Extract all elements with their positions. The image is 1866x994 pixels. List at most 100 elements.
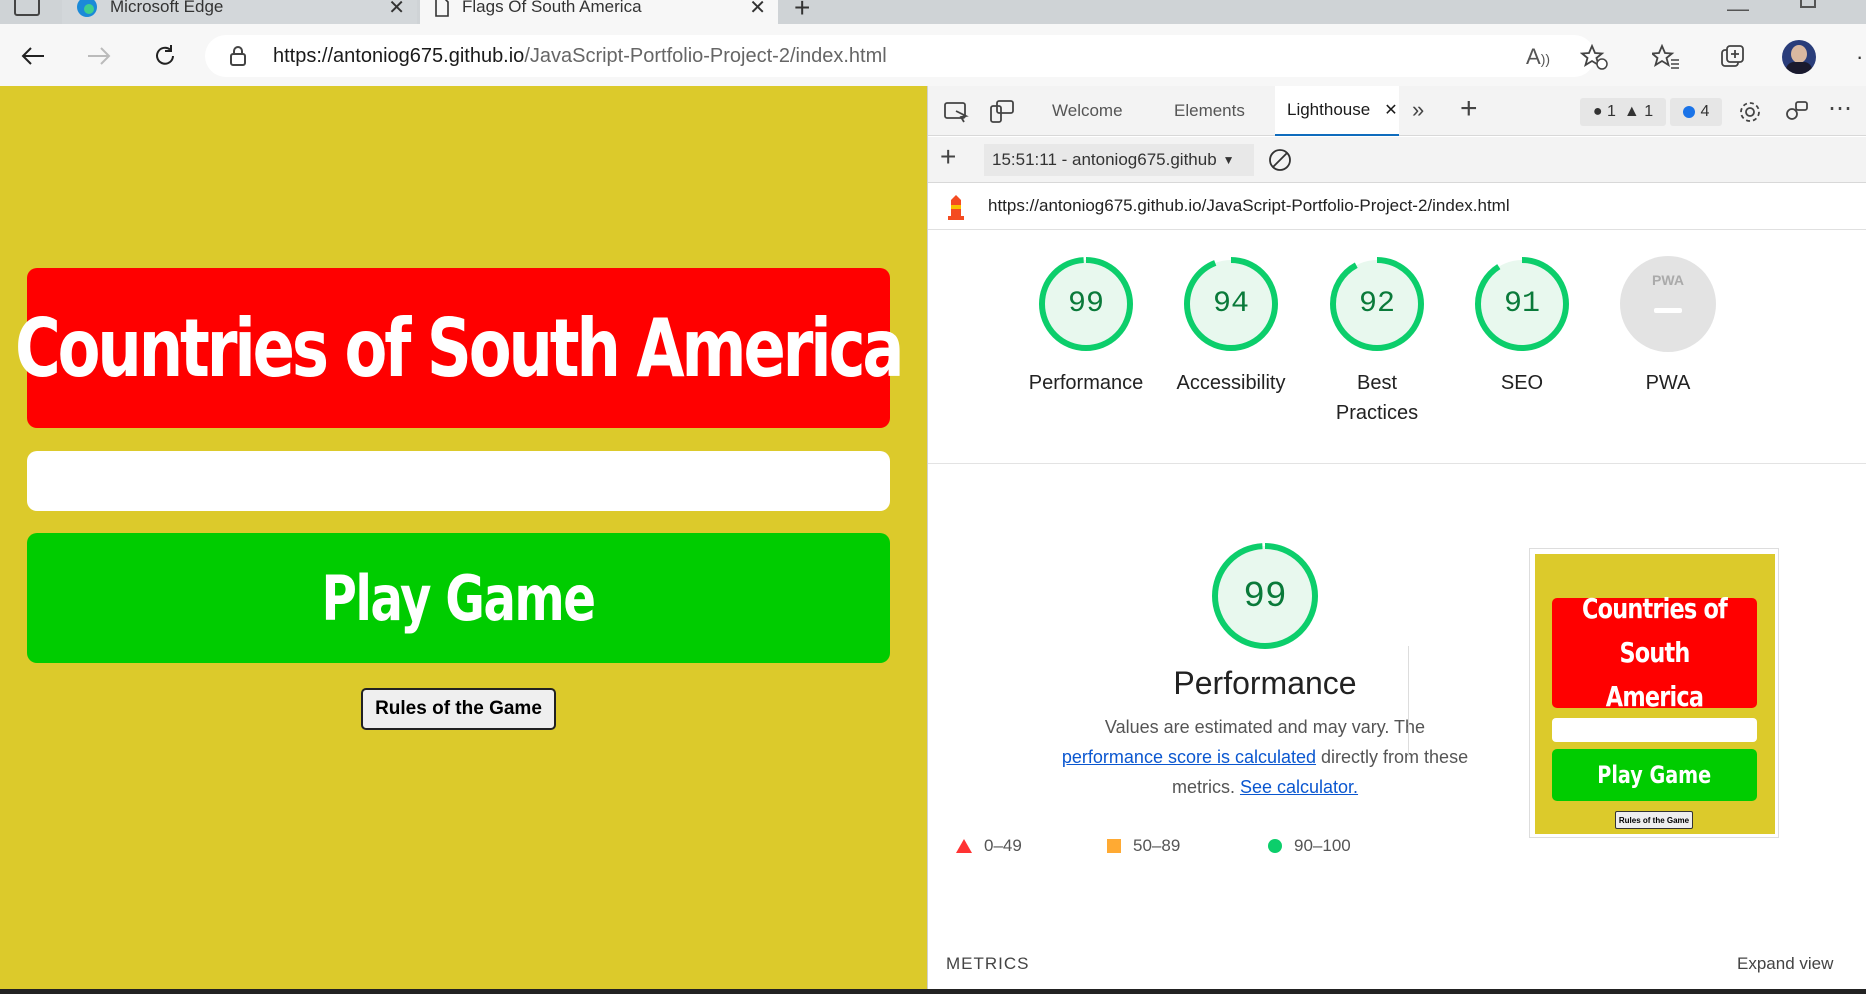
- pwa-badge-icon: [1620, 256, 1716, 352]
- legend-label: 0–49: [984, 836, 1022, 855]
- tab-flags-of-south-america[interactable]: Flags Of South America ✕: [420, 0, 778, 24]
- play-game-button[interactable]: Play Game: [27, 533, 890, 663]
- clear-reports-icon[interactable]: [1268, 148, 1292, 172]
- performance-score: 99: [1243, 575, 1287, 617]
- score-seo[interactable]: 91 SEO: [1452, 256, 1592, 398]
- thumbnail-title: Countries of South America: [1552, 592, 1757, 713]
- browser-tab-strip: Microsoft Edge ✕ Flags Of South America …: [0, 0, 1866, 24]
- favorites-icon[interactable]: [1652, 44, 1680, 70]
- report-selector[interactable]: 15:51:11 - antoniog675.github ▼: [984, 144, 1254, 176]
- score-label: Accessibility: [1176, 372, 1286, 394]
- thumbnail-rules: Rules of the Game: [1615, 811, 1693, 829]
- page-screenshot-thumbnail[interactable]: Countries of South America Play Game Rul…: [1529, 548, 1779, 838]
- title-banner: Countries of South America: [15, 268, 905, 428]
- more-options-icon[interactable]: ⋯: [1828, 94, 1852, 123]
- device-emulation-icon[interactable]: [988, 98, 1016, 126]
- maximize-icon[interactable]: [1800, 0, 1816, 8]
- metrics-heading: METRICS: [946, 954, 1030, 973]
- error-count-value: 1: [1607, 103, 1616, 120]
- close-tab-icon[interactable]: ✕: [388, 0, 405, 20]
- issues-badge[interactable]: 4: [1670, 98, 1722, 126]
- score-label: Best Practices: [1335, 372, 1419, 424]
- page-icon: [435, 0, 449, 17]
- new-report-icon[interactable]: +: [940, 141, 956, 173]
- score-gauge: 92: [1329, 256, 1425, 352]
- devtools-toolbar: Welcome Elements Lighthouse ✕ » + ● 1 ▲ …: [928, 86, 1866, 136]
- console-badges[interactable]: ● 1 ▲ 1: [1580, 98, 1666, 126]
- legend-pass: 90–100: [1268, 836, 1351, 856]
- thumbnail-play: Play Game: [1552, 749, 1757, 801]
- feedback-icon[interactable]: [1782, 98, 1810, 126]
- minimize-icon[interactable]: —: [1727, 0, 1749, 22]
- report-selector-value: 15:51:11 - antoniog675.github: [992, 150, 1217, 169]
- dropdown-arrow-icon: ▼: [1222, 153, 1235, 167]
- score-label: Performance: [1028, 372, 1144, 394]
- orange-square-icon: [1107, 839, 1121, 853]
- performance-heading: Performance: [1173, 665, 1357, 701]
- red-triangle-icon: [956, 839, 972, 853]
- score-value: 94: [1212, 287, 1249, 321]
- rules-button[interactable]: Rules of the Game: [361, 688, 556, 730]
- thumbnail-white-bar: [1552, 718, 1757, 742]
- url-path: /JavaScript-Portfolio-Project-2/index.ht…: [524, 44, 887, 67]
- address-bar[interactable]: https://antoniog675.github.io/JavaScript…: [205, 35, 1595, 77]
- profile-avatar[interactable]: [1782, 40, 1816, 74]
- warning-count-value: 1: [1644, 103, 1654, 120]
- new-tab-icon[interactable]: +: [794, 0, 810, 24]
- thumbnail-play-text: Play Game: [1597, 761, 1712, 789]
- more-tabs-icon[interactable]: »: [1412, 97, 1424, 123]
- score-gauge: 91: [1474, 256, 1570, 352]
- lighthouse-toolbar: + 15:51:11 - antoniog675.github ▼: [928, 137, 1866, 183]
- score-label: SEO: [1500, 372, 1544, 394]
- add-favorite-icon[interactable]: [1580, 44, 1608, 70]
- tab-microsoft-edge[interactable]: Microsoft Edge ✕: [62, 0, 417, 24]
- tab-lighthouse-label: Lighthouse: [1287, 100, 1371, 119]
- issues-icon: [1682, 106, 1695, 118]
- desc-text: Values are estimated and may vary. The: [1104, 717, 1426, 737]
- score-value: 99: [1067, 287, 1104, 321]
- tab-elements[interactable]: Elements: [1162, 86, 1257, 136]
- settings-more-icon[interactable]: ·: [1856, 44, 1863, 70]
- add-tab-icon[interactable]: +: [1460, 92, 1478, 126]
- tab-label: Microsoft Edge: [110, 0, 224, 16]
- performance-score-link[interactable]: performance score is calculated: [1062, 747, 1316, 767]
- lighthouse-logo-icon: [948, 195, 964, 220]
- back-arrow-icon: [21, 47, 44, 65]
- read-aloud-icon[interactable]: A)): [1526, 44, 1550, 70]
- legend-fail: 0–49: [956, 836, 1022, 856]
- see-calculator-link[interactable]: See calculator.: [1240, 777, 1358, 797]
- forward-button[interactable]: [81, 38, 117, 74]
- refresh-button[interactable]: [147, 38, 183, 74]
- warning-count: ▲ 1: [1623, 103, 1654, 120]
- score-pwa[interactable]: PWA PWA: [1598, 256, 1738, 398]
- settings-gear-icon[interactable]: [1736, 98, 1764, 126]
- score-value: 92: [1358, 287, 1395, 321]
- url-host: https://antoniog675.github.io: [273, 44, 525, 67]
- close-tab-icon[interactable]: ✕: [749, 0, 766, 20]
- score-accessibility[interactable]: 94 Accessibility: [1161, 256, 1301, 398]
- tab-actions-icon[interactable]: [14, 0, 40, 16]
- pwa-gauge: PWA: [1620, 256, 1716, 352]
- back-button[interactable]: [15, 38, 51, 74]
- forward-arrow-icon: [88, 47, 111, 65]
- score-best-practices[interactable]: 92 Best Practices: [1307, 256, 1447, 428]
- devtools-panel: Welcome Elements Lighthouse ✕ » + ● 1 ▲ …: [927, 86, 1866, 989]
- score-label: PWA: [1645, 372, 1691, 394]
- tab-lighthouse[interactable]: Lighthouse ✕: [1275, 86, 1399, 136]
- thumbnail-title-text: Countries of South America: [1581, 592, 1728, 713]
- thumbnail-page: Countries of South America Play Game Rul…: [1535, 554, 1775, 834]
- inspect-element-icon[interactable]: [942, 98, 970, 126]
- report-url[interactable]: https://antoniog675.github.io/JavaScript…: [988, 196, 1510, 216]
- score-gauge: 94: [1183, 256, 1279, 352]
- close-tab-icon[interactable]: ✕: [1384, 100, 1397, 120]
- expand-view-button[interactable]: Expand view: [1737, 954, 1833, 974]
- lock-icon[interactable]: [229, 45, 247, 67]
- score-legend: 0–49 50–89 90–100: [956, 836, 1376, 866]
- collections-icon[interactable]: [1720, 44, 1746, 70]
- legend-average: 50–89: [1107, 836, 1180, 856]
- legend-label: 50–89: [1133, 836, 1181, 855]
- tab-welcome[interactable]: Welcome: [1040, 86, 1135, 136]
- answer-display-bar: [27, 451, 890, 511]
- score-performance[interactable]: 99 Performance: [1016, 256, 1156, 398]
- url-text[interactable]: https://antoniog675.github.io/JavaScript…: [273, 45, 887, 68]
